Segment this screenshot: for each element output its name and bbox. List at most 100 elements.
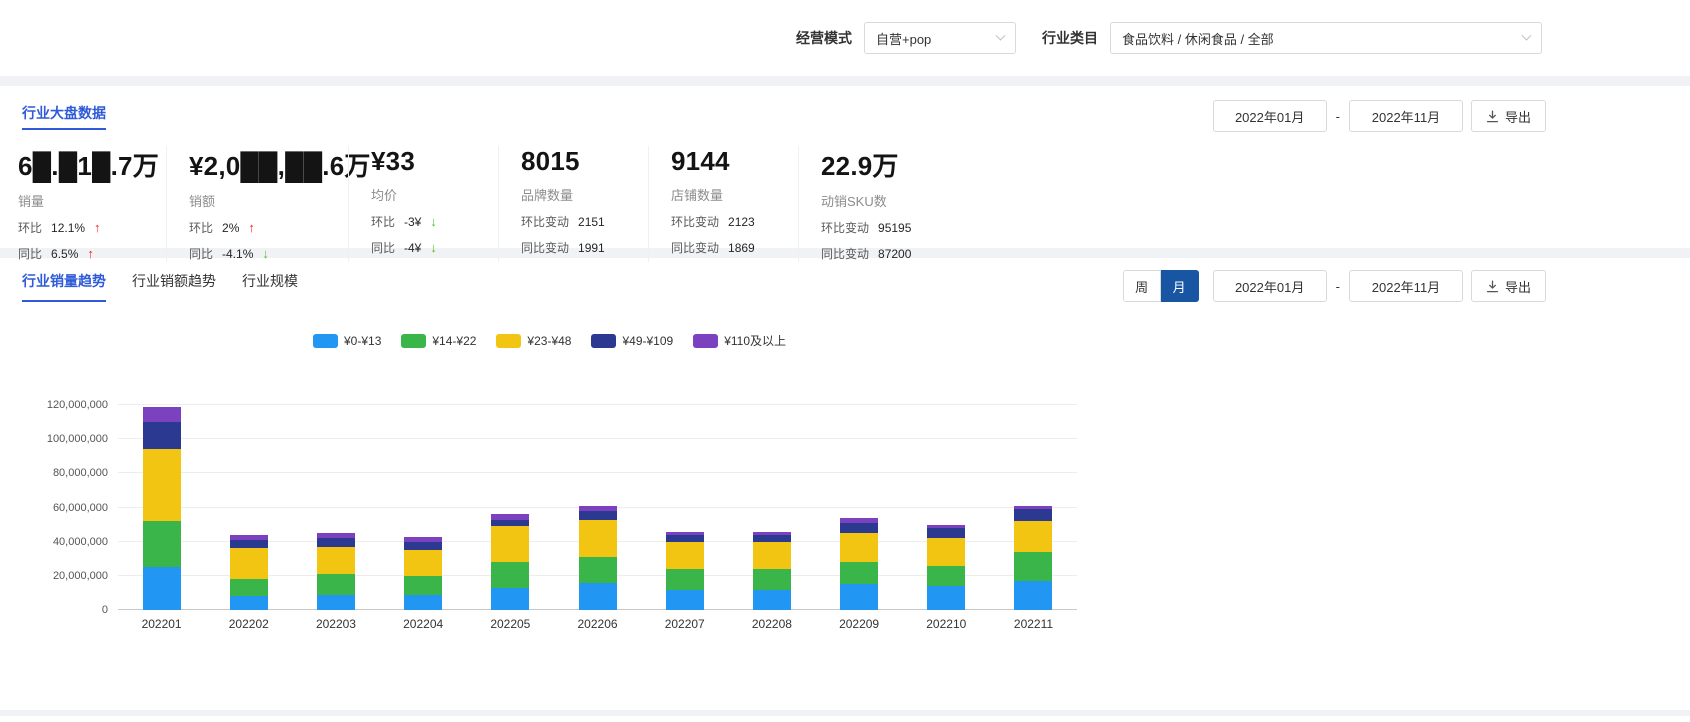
bar-segment[interactable] — [143, 407, 181, 422]
bar-segment[interactable] — [579, 583, 617, 610]
bar-segment[interactable] — [840, 562, 878, 584]
metric-trend-row: 环比变动95195 — [821, 219, 1002, 236]
bar-column-202210 — [903, 405, 990, 610]
y-axis-tick-label: 20,000,000 — [22, 570, 108, 582]
bar-segment[interactable] — [927, 538, 965, 565]
bar-segment[interactable] — [404, 576, 442, 595]
metric-label: 品牌数量 — [521, 185, 632, 204]
x-axis-tick-label: 202211 — [990, 617, 1077, 631]
bar-segment[interactable] — [1014, 509, 1052, 521]
metric-trend-row: 同比-4.1%↓ — [189, 245, 332, 262]
bar-segment[interactable] — [317, 538, 355, 547]
bar-segment[interactable] — [404, 542, 442, 551]
bar-segment[interactable] — [491, 562, 529, 588]
bar-segment[interactable] — [753, 542, 791, 569]
chevron-down-icon — [996, 30, 1006, 40]
bar-column-202201 — [118, 405, 205, 610]
bar-segment[interactable] — [143, 521, 181, 567]
bar-segment[interactable] — [840, 584, 878, 610]
legend-item[interactable]: ¥110及以上 — [693, 332, 786, 349]
bar-segment[interactable] — [666, 590, 704, 611]
metric-label: 动销SKU数 — [821, 191, 1002, 210]
metric-row-key: 同比 — [371, 239, 395, 256]
trend-start-date-picker[interactable]: 2022年01月 — [1213, 270, 1327, 302]
bar-segment[interactable] — [927, 566, 965, 587]
bar-segment[interactable] — [666, 542, 704, 569]
overview-start-date-picker[interactable]: 2022年01月 — [1213, 100, 1327, 132]
bar-segment[interactable] — [666, 535, 704, 542]
bar-segment[interactable] — [404, 595, 442, 610]
bar-segment[interactable] — [927, 586, 965, 610]
bar-segment[interactable] — [1014, 552, 1052, 581]
bar-segment[interactable] — [1014, 521, 1052, 552]
bar-segment[interactable] — [753, 535, 791, 542]
bar-segment[interactable] — [317, 595, 355, 610]
metric-trend-row: 同比6.5%↑ — [18, 245, 150, 262]
stacked-bar-202203[interactable] — [317, 533, 355, 610]
bar-segment[interactable] — [143, 567, 181, 610]
overview-title[interactable]: 行业大盘数据 — [22, 103, 106, 130]
bar-segment[interactable] — [317, 574, 355, 595]
stacked-bar-202206[interactable] — [579, 506, 617, 610]
period-option-月[interactable]: 月 — [1161, 270, 1199, 302]
overview-end-date-picker[interactable]: 2022年11月 — [1349, 100, 1463, 132]
next-section-edge — [0, 716, 1690, 722]
trend-tabs: 行业销量趋势行业销额趋势行业规模 — [22, 271, 298, 302]
bar-segment[interactable] — [491, 520, 529, 527]
stacked-bar-202209[interactable] — [840, 518, 878, 610]
bar-segment[interactable] — [1014, 581, 1052, 610]
legend-item[interactable]: ¥49-¥109 — [591, 332, 673, 349]
period-option-周[interactable]: 周 — [1123, 270, 1161, 302]
overview-export-button[interactable]: 导出 — [1471, 100, 1546, 132]
bar-segment[interactable] — [143, 422, 181, 449]
bar-segment[interactable] — [579, 557, 617, 583]
bar-segment[interactable] — [230, 579, 268, 596]
metric-trend-row: 同比变动87200 — [821, 245, 1002, 262]
tab-行业销量趋势[interactable]: 行业销量趋势 — [22, 271, 106, 302]
bar-segment[interactable] — [753, 590, 791, 611]
stacked-bar-202207[interactable] — [666, 532, 704, 610]
bar-segment[interactable] — [840, 523, 878, 533]
trend-controls: 周月 2022年01月 - 2022年11月 导出 — [1123, 270, 1546, 302]
bar-segment[interactable] — [753, 569, 791, 590]
legend-swatch-icon — [401, 334, 426, 348]
trend-export-button[interactable]: 导出 — [1471, 270, 1546, 302]
metric-value: 22.9万 — [821, 146, 1002, 183]
legend-item[interactable]: ¥23-¥48 — [496, 332, 571, 349]
mode-select[interactable]: 自营+pop — [864, 22, 1016, 54]
bar-segment[interactable] — [491, 588, 529, 610]
bar-segment[interactable] — [579, 520, 617, 558]
stacked-bar-202205[interactable] — [491, 514, 529, 610]
bar-segment[interactable] — [927, 528, 965, 538]
bar-column-202211 — [990, 405, 1077, 610]
tab-行业销额趋势[interactable]: 行业销额趋势 — [132, 271, 216, 302]
stacked-bar-202204[interactable] — [404, 537, 442, 610]
bar-segment[interactable] — [579, 511, 617, 520]
filter-bar: 经营模式 自营+pop 行业类目 食品饮料 / 休闲食品 / 全部 — [0, 0, 1690, 76]
bar-segment[interactable] — [230, 540, 268, 549]
trend-end-date-picker[interactable]: 2022年11月 — [1349, 270, 1463, 302]
bar-segment[interactable] — [230, 548, 268, 579]
legend-item[interactable]: ¥0-¥13 — [313, 332, 381, 349]
stacked-bar-202208[interactable] — [753, 532, 791, 610]
metrics-row: 6█.█1█.7万销量环比12.1%↑同比6.5%↑¥2,0██,██.6万销额… — [0, 132, 1690, 262]
bar-segment[interactable] — [143, 449, 181, 521]
stacked-bar-202211[interactable] — [1014, 506, 1052, 610]
chart-x-axis: 2022012022022022032022042022052022062022… — [118, 617, 1077, 631]
bar-segment[interactable] — [404, 550, 442, 576]
legend-item[interactable]: ¥14-¥22 — [401, 332, 476, 349]
metric-trend-row: 同比变动1869 — [671, 239, 782, 256]
category-select[interactable]: 食品饮料 / 休闲食品 / 全部 — [1110, 22, 1542, 54]
stacked-bar-202202[interactable] — [230, 535, 268, 610]
bar-segment[interactable] — [230, 596, 268, 610]
bar-segment[interactable] — [491, 526, 529, 562]
stacked-bar-202210[interactable] — [927, 525, 965, 610]
category-filter-label: 行业类目 — [1042, 28, 1098, 48]
stacked-bar-202201[interactable] — [143, 407, 181, 610]
down-arrow-icon: ↓ — [262, 246, 269, 261]
tab-行业规模[interactable]: 行业规模 — [242, 271, 298, 302]
bar-segment[interactable] — [666, 569, 704, 590]
bar-segment[interactable] — [317, 547, 355, 574]
legend-swatch-icon — [693, 334, 718, 348]
bar-segment[interactable] — [840, 533, 878, 562]
